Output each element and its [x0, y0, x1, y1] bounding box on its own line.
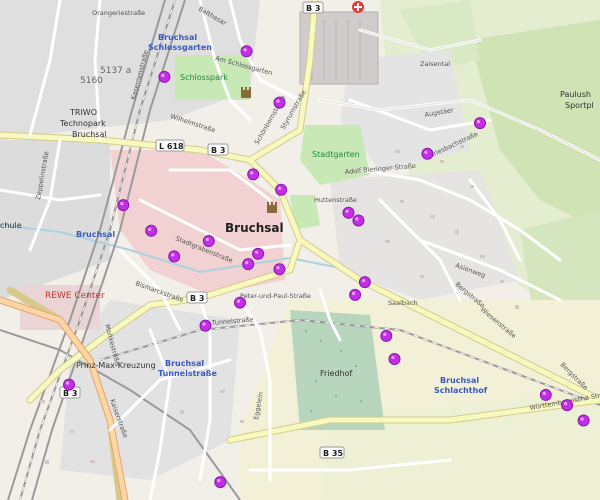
- map-marker-highlight: [276, 266, 280, 270]
- map-marker-highlight: [345, 209, 349, 213]
- map-marker[interactable]: [380, 329, 393, 342]
- map-marker[interactable]: [247, 168, 260, 181]
- map-marker-highlight: [120, 202, 124, 206]
- map-marker-highlight: [65, 381, 70, 385]
- map-marker-highlight: [424, 150, 428, 154]
- map-marker-highlight: [383, 332, 387, 336]
- map-marker[interactable]: [234, 296, 246, 309]
- map-marker[interactable]: [199, 319, 212, 332]
- map-marker-highlight: [161, 73, 165, 77]
- map-marker-highlight: [580, 417, 584, 421]
- map-marker[interactable]: [273, 96, 286, 109]
- map-marker[interactable]: [421, 147, 434, 160]
- map-marker-highlight: [148, 227, 152, 231]
- map-marker[interactable]: [275, 183, 288, 196]
- map-marker-highlight: [276, 99, 280, 103]
- map-marker[interactable]: [252, 247, 265, 260]
- map-marker-highlight: [542, 391, 546, 395]
- map-marker-highlight: [278, 186, 282, 190]
- map-marker[interactable]: [158, 70, 171, 83]
- map-marker-highlight: [564, 402, 568, 406]
- map-marker-highlight: [202, 322, 206, 326]
- map-marker-highlight: [391, 355, 395, 360]
- map-marker[interactable]: [117, 199, 130, 212]
- marker-layer: [63, 45, 590, 489]
- map-marker[interactable]: [168, 250, 181, 263]
- map-marker[interactable]: [214, 476, 227, 489]
- map-marker[interactable]: [352, 214, 365, 227]
- map-marker-highlight: [236, 299, 241, 303]
- map-canvas[interactable]: Bruchsal TRIWO Technopark Bruchsal 5137 …: [0, 0, 600, 500]
- map-marker[interactable]: [388, 353, 401, 365]
- map-marker-highlight: [205, 237, 209, 242]
- map-marker[interactable]: [349, 288, 362, 301]
- map-marker[interactable]: [63, 378, 75, 391]
- map-marker-highlight: [217, 479, 221, 483]
- map-marker-highlight: [243, 48, 247, 52]
- map-marker-highlight: [250, 171, 254, 175]
- map-marker-highlight: [476, 120, 481, 124]
- map-marker[interactable]: [474, 117, 486, 130]
- map-marker[interactable]: [577, 414, 590, 427]
- map-marker[interactable]: [145, 224, 158, 237]
- map-marker-highlight: [352, 291, 356, 295]
- map-marker[interactable]: [240, 45, 253, 58]
- map-marker-highlight: [361, 279, 365, 283]
- map-marker-highlight: [245, 261, 249, 265]
- map-marker[interactable]: [202, 235, 215, 247]
- map-marker[interactable]: [242, 258, 255, 271]
- map-marker[interactable]: [561, 399, 574, 412]
- map-marker-highlight: [355, 217, 359, 221]
- map-marker[interactable]: [539, 388, 552, 401]
- map-marker[interactable]: [273, 263, 286, 276]
- map-marker-highlight: [255, 250, 259, 254]
- map-marker[interactable]: [342, 206, 355, 219]
- map-marker[interactable]: [358, 276, 371, 289]
- map-marker-highlight: [171, 253, 175, 257]
